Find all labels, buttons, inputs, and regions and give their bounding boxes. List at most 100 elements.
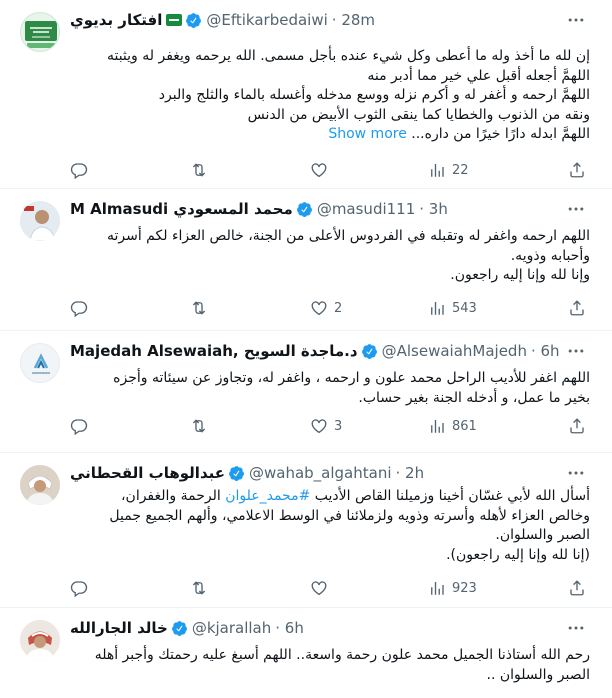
action-bar: 22 xyxy=(70,160,585,180)
handle[interactable]: @Eftikarbedaiwi xyxy=(206,11,327,29)
retweet-icon xyxy=(192,301,206,315)
tweet-line: بخير ما عمل، و أدخله الجنة بغير حساب. xyxy=(358,389,590,406)
more-options-icon[interactable] xyxy=(566,618,586,638)
tweet-line: ونقه من الذنوب والخطايا كما ينقى الثوب ا… xyxy=(247,106,590,123)
show-more-link[interactable]: Show more xyxy=(328,126,407,142)
tweet-line-text: اللهمَّ ابدله دارًا خيرًا من داره... xyxy=(411,126,590,142)
share-button[interactable] xyxy=(568,298,586,318)
views-button[interactable]: 861 xyxy=(428,416,477,436)
views-count: 22 xyxy=(452,162,469,178)
tweet-header: افتكار بديوي @Eftikarbedaiwi · 28m xyxy=(70,10,375,30)
retweet-button[interactable] xyxy=(190,160,214,180)
more-options-icon[interactable] xyxy=(566,463,586,483)
timestamp[interactable]: · 6h xyxy=(531,342,560,360)
tweet-text: إن لله ما أخذ وله ما أعطى وكل شيء عنده ب… xyxy=(70,47,590,145)
retweet-icon xyxy=(192,581,206,595)
display-name[interactable]: M Almasudi محمد المسعودي xyxy=(70,200,293,218)
tweet-line: اللهمَّ ابدله دارًا خيرًا من داره... Sho… xyxy=(70,125,590,145)
views-button[interactable]: 543 xyxy=(428,298,477,318)
avatar[interactable] xyxy=(20,465,60,505)
heart-icon xyxy=(311,419,327,434)
handle[interactable]: @masudi111 xyxy=(317,200,415,218)
display-name[interactable]: عبدالوهاب القحطاني xyxy=(70,464,225,482)
avatar-image xyxy=(20,465,60,505)
timestamp[interactable]: · 2h xyxy=(396,464,425,482)
analytics-icon xyxy=(431,302,444,315)
tweet[interactable]: افتكار بديوي @Eftikarbedaiwi · 28m إن لل… xyxy=(0,0,612,189)
reply-button[interactable] xyxy=(70,298,94,318)
more-options-icon[interactable] xyxy=(566,199,586,219)
analytics-icon xyxy=(431,164,444,177)
handle[interactable]: @wahab_algahtani xyxy=(249,464,392,482)
verified-badge-icon xyxy=(296,201,312,217)
tweet-line: (إنا لله وإنا إليه راجعون). xyxy=(446,546,590,563)
like-button[interactable]: 3 xyxy=(310,416,342,436)
display-name[interactable]: خالد الجارالله xyxy=(70,619,168,637)
tweet[interactable]: خالد الجارالله @kjarallah · 6h رحم الله … xyxy=(0,608,612,698)
tweet-line-text: أسأل الله لأبي غسّان أخينا وزميلنا القاص… xyxy=(310,488,590,504)
avatar[interactable] xyxy=(20,12,60,52)
tweet-header: Majedah Alsewaiah, د.ماجدة السويح @Alsew… xyxy=(70,341,560,361)
avatar[interactable] xyxy=(20,343,60,383)
verified-badge-icon xyxy=(361,343,377,359)
tweet-text: اللهم اغفر للأديب الراحل محمد علون و ارح… xyxy=(70,369,590,408)
views-button[interactable]: 923 xyxy=(428,578,477,598)
share-icon xyxy=(570,580,584,596)
like-button[interactable] xyxy=(310,578,334,598)
tweet-line: الصبر والسلوان .. xyxy=(486,666,591,683)
like-button[interactable] xyxy=(310,160,334,180)
like-button[interactable]: 2 xyxy=(310,298,342,318)
handle[interactable]: @kjarallah xyxy=(192,619,271,637)
tweet-line: اللهم اغفر للأديب الراحل محمد علون و ارح… xyxy=(113,370,590,386)
display-name[interactable]: افتكار بديوي xyxy=(70,11,162,29)
timestamp[interactable]: · 6h xyxy=(275,619,304,637)
share-button[interactable] xyxy=(568,416,586,436)
display-name[interactable]: Majedah Alsewaiah, د.ماجدة السويح xyxy=(70,342,358,360)
retweet-icon xyxy=(192,419,206,433)
timestamp[interactable]: · 3h xyxy=(419,200,448,218)
action-bar: 3 861 xyxy=(70,416,585,436)
views-button[interactable]: 22 xyxy=(428,160,469,180)
views-count: 923 xyxy=(452,580,477,596)
tweet-header: M Almasudi محمد المسعودي @masudi111 · 3h xyxy=(70,199,448,219)
timestamp[interactable]: · 28m xyxy=(332,11,375,29)
handle[interactable]: @AlsewaiahMajedh xyxy=(382,342,527,360)
more-options-icon[interactable] xyxy=(566,10,586,30)
tweet-text: أسأل الله لأبي غسّان أخينا وزميلنا القاص… xyxy=(70,487,590,565)
heart-icon xyxy=(311,163,327,178)
reply-button[interactable] xyxy=(70,160,94,180)
heart-icon xyxy=(311,581,327,596)
tweet[interactable]: عبدالوهاب القحطاني @wahab_algahtani · 2h… xyxy=(0,453,612,608)
tweet-text: اللهم ارحمه واغفر له وتقبله في الفردوس ا… xyxy=(70,227,590,286)
share-icon xyxy=(570,300,584,316)
tweet[interactable]: Majedah Alsewaiah, د.ماجدة السويح @Alsew… xyxy=(0,331,612,453)
reply-button[interactable] xyxy=(70,416,94,436)
like-count: 3 xyxy=(334,418,343,434)
avatar[interactable] xyxy=(20,620,60,660)
tweet-line: اللهمَّ أجعله أقبل علي خير مما أدبر منه xyxy=(367,67,590,84)
avatar-image xyxy=(20,620,60,660)
retweet-button[interactable] xyxy=(190,578,214,598)
analytics-icon xyxy=(431,420,444,433)
share-button[interactable] xyxy=(568,578,586,598)
views-count: 861 xyxy=(452,418,477,434)
tweet[interactable]: M Almasudi محمد المسعودي @masudi111 · 3h… xyxy=(0,189,612,331)
tweet-line: وخالص العزاء لأهله وأسرته وذويه ولزملائن… xyxy=(109,507,590,524)
tweet-line: إن لله ما أخذ وله ما أعطى وكل شيء عنده ب… xyxy=(106,48,590,64)
avatar[interactable] xyxy=(20,201,60,241)
analytics-icon xyxy=(431,582,444,595)
avatar-image xyxy=(25,21,57,48)
reply-button[interactable] xyxy=(70,578,94,598)
retweet-button[interactable] xyxy=(190,298,214,318)
tweet-line: وإنا لله وإنا إليه راجعون. xyxy=(450,267,590,283)
tweet-line-text: الرحمة والغفران، xyxy=(121,488,226,504)
saudi-flag-icon xyxy=(166,14,183,26)
share-button[interactable] xyxy=(568,160,586,180)
action-bar: 2 543 xyxy=(70,298,585,318)
retweet-button[interactable] xyxy=(190,416,214,436)
hashtag-link[interactable]: #محمد_علوان xyxy=(225,488,310,504)
more-options-icon[interactable] xyxy=(566,341,586,361)
tweet-line: وأحبابه وذويه. xyxy=(510,247,590,264)
tweet-line: اللهم ارحمه واغفر له وتقبله في الفردوس ا… xyxy=(106,228,590,244)
verified-badge-icon xyxy=(171,620,187,636)
